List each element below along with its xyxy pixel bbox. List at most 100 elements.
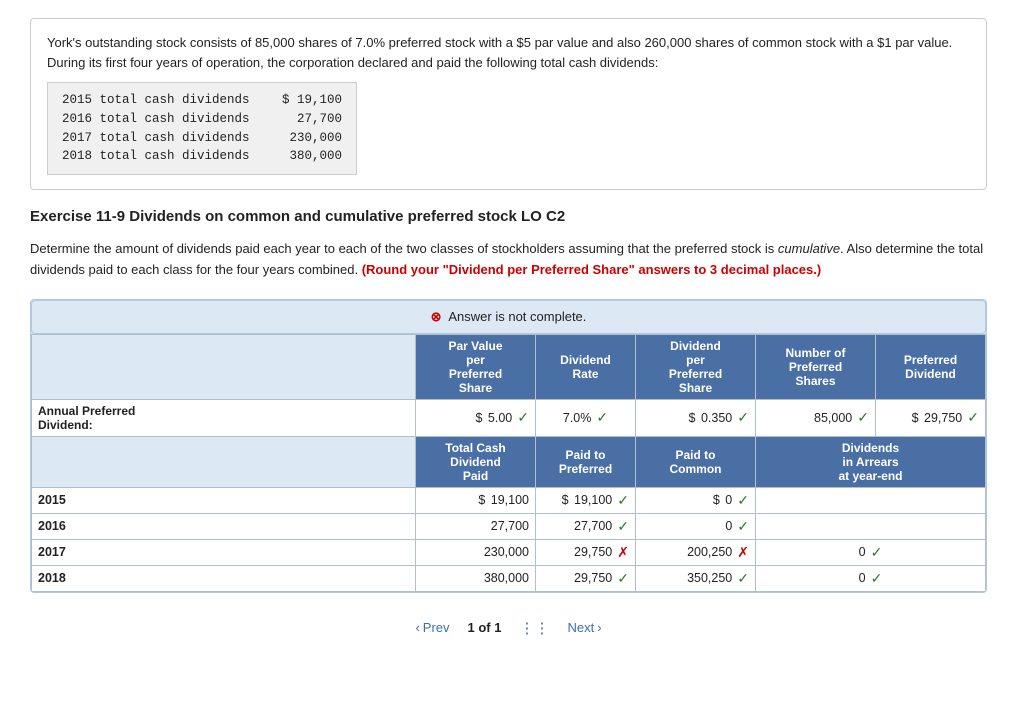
div-label-2018: 2018 total cash dividends xyxy=(62,147,262,166)
annual-dps[interactable]: $ 0.350 ✓ xyxy=(636,399,756,436)
grid-icon[interactable]: ⋮⋮ xyxy=(519,619,549,637)
dps-check-icon: ✓ xyxy=(737,409,749,426)
answer-table-wrapper: ⊗ Answer is not complete. Par ValueperPr… xyxy=(30,299,987,593)
total-2016-val: 27,700 xyxy=(491,519,529,533)
paid-comm-2016-check: ✓ xyxy=(737,518,749,535)
header-par-value: Par ValueperPreferredShare xyxy=(416,334,536,399)
rate-check-icon: ✓ xyxy=(596,409,608,426)
exercise-title: Exercise 11-9 Dividends on common and cu… xyxy=(30,208,987,225)
total-2015: $ 19,100 xyxy=(416,487,536,513)
paid-comm-2015-check: ✓ xyxy=(737,492,749,509)
dividends-table: 2015 total cash dividends $ 19,100 2016 … xyxy=(47,82,357,175)
arrears-2017[interactable]: 0 ✓ xyxy=(756,539,986,565)
header-paid-comm: Paid toCommon xyxy=(636,436,756,487)
paid-comm-2017-val: 200,250 xyxy=(687,545,732,559)
par-check-icon: ✓ xyxy=(517,409,529,426)
paid-comm-2018[interactable]: 350,250 ✓ xyxy=(636,565,756,591)
info-text: York's outstanding stock consists of 85,… xyxy=(47,33,970,72)
page-info: 1 of 1 xyxy=(468,620,502,635)
table-row: 2015 $ 19,100 $ 19,100 ✓ xyxy=(32,487,986,513)
dividend-row-2017: 2017 total cash dividends 230,000 xyxy=(62,129,342,148)
dividend-row-2016: 2016 total cash dividends 27,700 xyxy=(62,110,342,129)
answer-banner: ⊗ Answer is not complete. xyxy=(31,300,986,334)
instructions-part1: Determine the amount of dividends paid e… xyxy=(30,241,778,256)
total-2018-val: 380,000 xyxy=(484,571,529,585)
arrears-2016[interactable] xyxy=(756,513,986,539)
paid-pref-2015-val: 19,100 xyxy=(571,493,613,507)
total-2016: 27,700 xyxy=(416,513,536,539)
pref-div-prefix: $ xyxy=(912,411,919,425)
paid-pref-2017-val: 29,750 xyxy=(574,545,612,559)
instructions-italic: cumulative xyxy=(778,241,840,256)
paid-comm-2015[interactable]: $ 0 ✓ xyxy=(636,487,756,513)
year-2017-label: 2017 xyxy=(32,539,416,565)
next-button[interactable]: Next › xyxy=(567,620,601,635)
instructions: Determine the amount of dividends paid e… xyxy=(30,239,987,281)
table-row: 2016 27,700 27,700 ✓ 0 xyxy=(32,513,986,539)
annual-pref-div[interactable]: $ 29,750 ✓ xyxy=(876,399,986,436)
arrears-2017-val: 0 xyxy=(859,545,866,559)
annual-par-value[interactable]: $ 5.00 ✓ xyxy=(416,399,536,436)
paid-comm-2016[interactable]: 0 ✓ xyxy=(636,513,756,539)
arrears-2018[interactable]: 0 ✓ xyxy=(756,565,986,591)
next-chevron-icon: › xyxy=(597,620,601,635)
paid-pref-2015[interactable]: $ 19,100 ✓ xyxy=(536,487,636,513)
header-arrears: Dividendsin Arrearsat year-end xyxy=(756,436,986,487)
paid-pref-2016[interactable]: 27,700 ✓ xyxy=(536,513,636,539)
empty-secondary-left xyxy=(32,436,416,487)
dps-prefix: $ xyxy=(689,411,696,425)
header-paid-pref: Paid toPreferred xyxy=(536,436,636,487)
total-2017-val: 230,000 xyxy=(484,545,529,559)
rate-val: 7.0% xyxy=(563,411,592,425)
year-2018-label: 2018 xyxy=(32,565,416,591)
dividend-row-2015: 2015 total cash dividends $ 19,100 xyxy=(62,91,342,110)
paid-pref-2015-prefix: $ xyxy=(562,493,569,507)
header-total-cash: Total CashDividendPaid xyxy=(416,436,536,487)
annual-label: Annual PreferredDividend: xyxy=(32,399,416,436)
par-prefix: $ xyxy=(476,411,483,425)
div-label-2016: 2016 total cash dividends xyxy=(62,110,262,129)
paid-pref-2017-check: ✗ xyxy=(617,544,629,561)
shares-val: 85,000 xyxy=(814,411,852,425)
next-label: Next xyxy=(567,620,594,635)
paid-pref-2018[interactable]: 29,750 ✓ xyxy=(536,565,636,591)
annual-rate[interactable]: 7.0% ✓ xyxy=(536,399,636,436)
div-val-2017: 230,000 xyxy=(262,129,342,148)
paid-comm-2016-val: 0 xyxy=(725,519,732,533)
total-2015-prefix: $ xyxy=(478,493,485,507)
dividend-row-2018: 2018 total cash dividends 380,000 xyxy=(62,147,342,166)
div-label-2015: 2015 total cash dividends xyxy=(62,91,262,110)
table-row: 2017 230,000 29,750 ✗ 20 xyxy=(32,539,986,565)
paid-pref-2018-check: ✓ xyxy=(617,570,629,587)
dps-val: 0.350 xyxy=(698,411,733,425)
banner-text: Answer is not complete. xyxy=(448,309,586,324)
info-box: York's outstanding stock consists of 85,… xyxy=(30,18,987,190)
annual-shares[interactable]: 85,000 ✓ xyxy=(756,399,876,436)
total-2017: 230,000 xyxy=(416,539,536,565)
arrears-2017-check: ✓ xyxy=(871,544,883,561)
header-dps: DividendperPreferredShare xyxy=(636,334,756,399)
div-val-2016: 27,700 xyxy=(262,110,342,129)
instructions-highlight: (Round your "Dividend per Preferred Shar… xyxy=(362,262,822,277)
paid-comm-2017[interactable]: 200,250 ✗ xyxy=(636,539,756,565)
shares-check-icon: ✓ xyxy=(857,409,869,426)
div-val-2018: 380,000 xyxy=(262,147,342,166)
pagination: ‹ Prev 1 of 1 ⋮⋮ Next › xyxy=(30,609,987,641)
prev-button[interactable]: ‹ Prev xyxy=(415,620,449,635)
total-2018: 380,000 xyxy=(416,565,536,591)
paid-comm-2017-check: ✗ xyxy=(737,544,749,561)
table-row: 2018 380,000 29,750 ✓ 35 xyxy=(32,565,986,591)
pref-div-check-icon: ✓ xyxy=(967,409,979,426)
incomplete-icon: ⊗ xyxy=(431,309,442,324)
paid-comm-2015-prefix: $ xyxy=(713,493,720,507)
arrears-2015[interactable] xyxy=(756,487,986,513)
year-2016-label: 2016 xyxy=(32,513,416,539)
paid-comm-2018-val: 350,250 xyxy=(687,571,732,585)
paid-comm-2015-val: 0 xyxy=(722,493,732,507)
prev-label: Prev xyxy=(423,620,450,635)
paid-pref-2016-check: ✓ xyxy=(617,518,629,535)
paid-pref-2018-val: 29,750 xyxy=(574,571,612,585)
answer-table: Par ValueperPreferredShare DividendRate … xyxy=(31,334,986,592)
paid-pref-2017[interactable]: 29,750 ✗ xyxy=(536,539,636,565)
paid-comm-2018-check: ✓ xyxy=(737,570,749,587)
